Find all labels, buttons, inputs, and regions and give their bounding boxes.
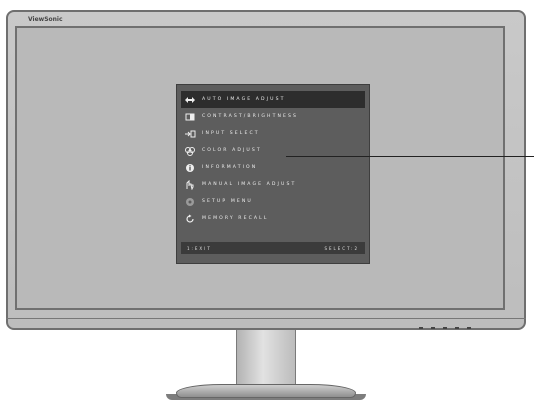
osd-item-label: MEMORY RECALL	[202, 216, 269, 221]
front-control-buttons	[418, 322, 471, 329]
monitor-stand-neck	[236, 330, 296, 386]
control-button-down[interactable]	[442, 322, 447, 329]
control-button-1[interactable]	[418, 322, 423, 329]
color-adjust-icon	[184, 146, 196, 156]
brand-logo: ViewSonic	[28, 16, 63, 23]
osd-item-label: COLOR ADJUST	[202, 148, 262, 153]
osd-item-memory-recall[interactable]: MEMORY RECALL	[181, 210, 365, 227]
osd-menu-list: AUTO IMAGE ADJUST CONTRAST/BRIGHTNESS IN…	[181, 91, 365, 227]
setup-menu-icon	[184, 197, 196, 207]
osd-main-menu: AUTO IMAGE ADJUST CONTRAST/BRIGHTNESS IN…	[176, 84, 370, 264]
osd-item-auto-image-adjust[interactable]: AUTO IMAGE ADJUST	[181, 91, 365, 108]
callout-leader-line	[286, 156, 534, 157]
memory-recall-icon	[184, 214, 196, 224]
osd-footer: 1:EXIT SELECT:2	[181, 242, 365, 254]
control-button-up[interactable]	[454, 322, 459, 329]
osd-item-contrast-brightness[interactable]: CONTRAST/BRIGHTNESS	[181, 108, 365, 125]
contrast-icon	[184, 112, 196, 122]
osd-item-manual-image-adjust[interactable]: MANUAL IMAGE ADJUST	[181, 176, 365, 193]
osd-exit-hint: 1:EXIT	[187, 245, 212, 251]
osd-item-label: INFORMATION	[202, 165, 258, 170]
osd-item-label: SETUP MENU	[202, 199, 253, 204]
power-button[interactable]	[466, 322, 471, 329]
osd-item-setup-menu[interactable]: SETUP MENU	[181, 193, 365, 210]
osd-item-information[interactable]: INFORMATION	[181, 159, 365, 176]
osd-item-label: CONTRAST/BRIGHTNESS	[202, 114, 299, 119]
input-select-icon	[184, 129, 196, 139]
osd-item-label: AUTO IMAGE ADJUST	[202, 97, 286, 102]
osd-item-input-select[interactable]: INPUT SELECT	[181, 125, 365, 142]
information-icon	[184, 163, 196, 173]
manual-adjust-icon	[184, 179, 196, 190]
osd-item-label: INPUT SELECT	[202, 131, 260, 136]
osd-select-hint: SELECT:2	[324, 245, 359, 251]
control-button-2[interactable]	[430, 322, 435, 329]
auto-adjust-icon	[184, 95, 196, 105]
osd-item-label: MANUAL IMAGE ADJUST	[202, 182, 297, 187]
monitor-stand-base	[176, 384, 356, 398]
